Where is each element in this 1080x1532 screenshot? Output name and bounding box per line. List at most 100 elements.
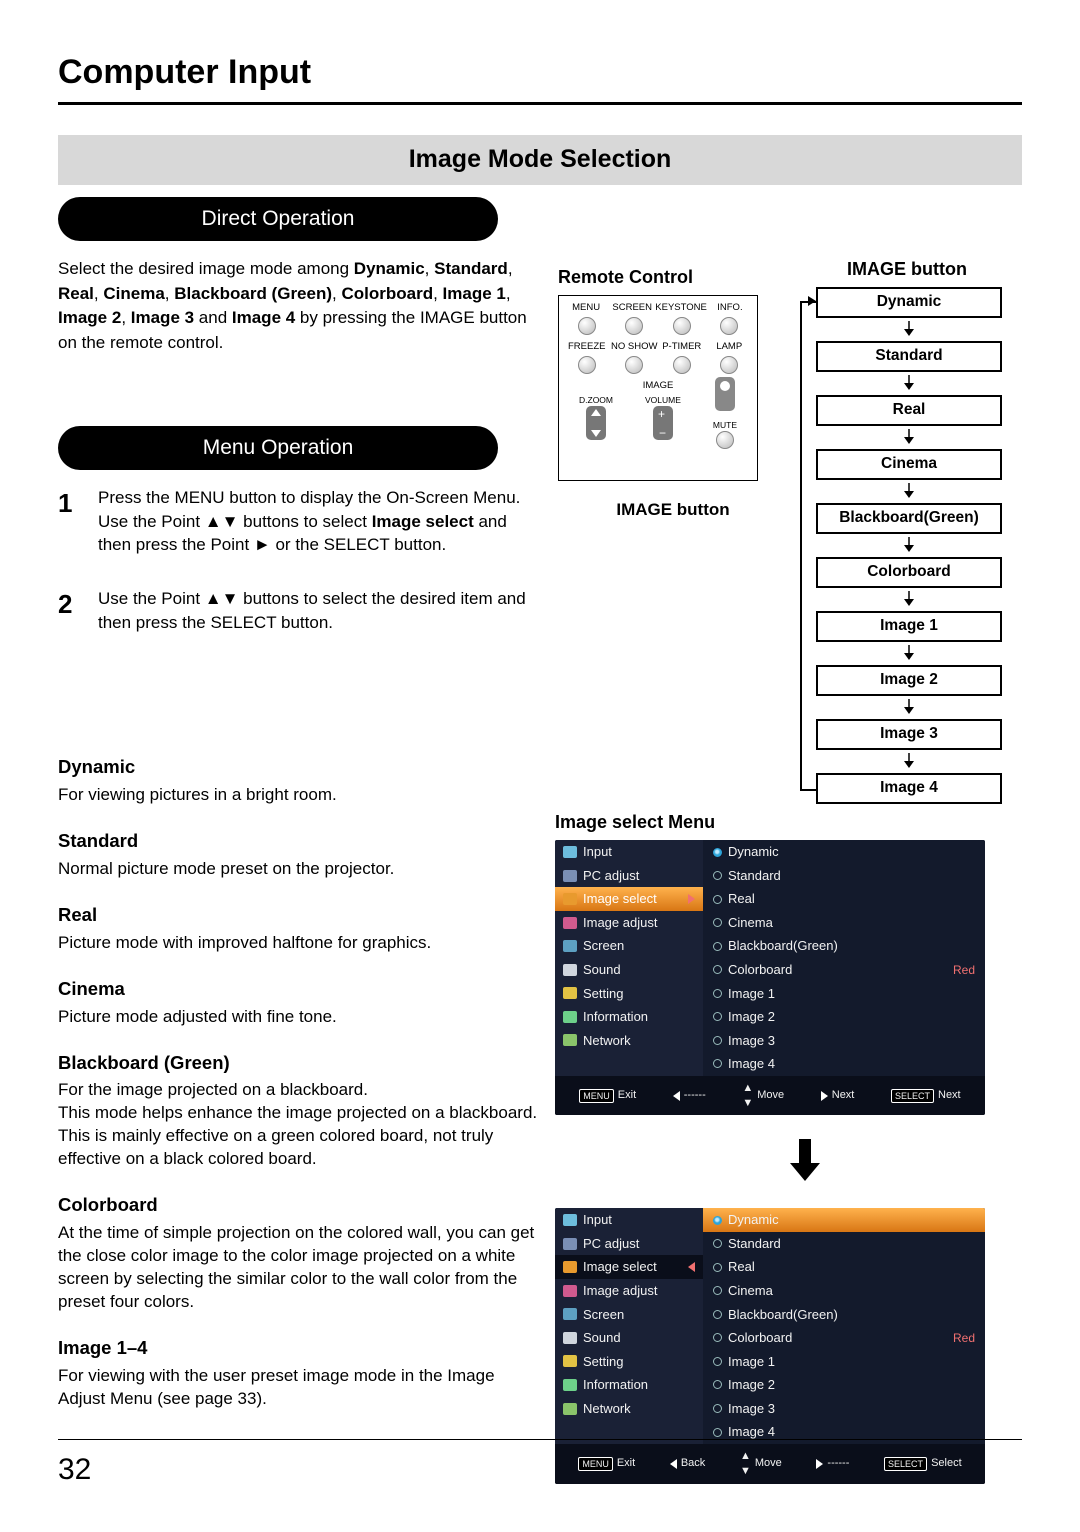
radio-icon: [713, 1380, 722, 1389]
osd-left-item[interactable]: Information: [555, 1005, 703, 1029]
osd-right-item[interactable]: Real: [703, 1255, 985, 1279]
osd-right-item[interactable]: Dynamic: [703, 840, 985, 864]
osd-left-item[interactable]: Image select: [555, 1255, 703, 1279]
osd-left-item[interactable]: PC adjust: [555, 864, 703, 888]
remote-button-ptimer[interactable]: [673, 356, 691, 374]
osd-right-item[interactable]: Standard: [703, 1232, 985, 1256]
osd-right-item[interactable]: Blackboard(Green): [703, 1303, 985, 1327]
osd-foot-next1: Next: [832, 1088, 855, 1103]
osd-left-label: Network: [583, 1400, 631, 1418]
mode-name: Colorboard: [58, 1193, 538, 1218]
remote-button-menu[interactable]: [578, 317, 596, 335]
osd-left-item[interactable]: PC adjust: [555, 1232, 703, 1256]
menu-item-icon: [563, 940, 577, 952]
osd-left-item[interactable]: Input: [555, 1208, 703, 1232]
remote-button-freeze[interactable]: [578, 356, 596, 374]
osd-right-label: Image 2: [728, 1376, 775, 1394]
remote-button-mute[interactable]: [716, 431, 734, 449]
remote-button-image[interactable]: [715, 377, 735, 411]
osd-key-select: SELECT: [884, 1457, 927, 1471]
remote-button-dzoom[interactable]: [586, 406, 606, 440]
page-number: 32: [58, 1450, 91, 1491]
menu-item-icon: [563, 1379, 577, 1391]
osd-right-item[interactable]: Image 2: [703, 1005, 985, 1029]
menu-item-icon: [563, 1308, 577, 1320]
menu-item-icon: [563, 1238, 577, 1250]
osd-left-item[interactable]: Image adjust: [555, 1279, 703, 1303]
osd-right-item[interactable]: Image 2: [703, 1373, 985, 1397]
radio-icon: [713, 1216, 722, 1225]
osd-left-item[interactable]: Information: [555, 1373, 703, 1397]
osd-left-item[interactable]: Network: [555, 1029, 703, 1053]
remote-button-screen[interactable]: [625, 317, 643, 335]
osd-right-item[interactable]: ColorboardRed: [703, 1326, 985, 1350]
down-arrow-icon: [816, 321, 1002, 338]
osd-right-item[interactable]: Image 3: [703, 1397, 985, 1421]
osd-key-menu: MENU: [579, 1089, 614, 1103]
osd-right-item[interactable]: Cinema: [703, 911, 985, 935]
radio-icon: [713, 848, 722, 857]
left-arrow-icon: [688, 1262, 695, 1272]
remote-button-noshow[interactable]: [625, 356, 643, 374]
osd-left-item[interactable]: Input: [555, 840, 703, 864]
menu-item-icon: [563, 1011, 577, 1023]
remote-label-mute: MUTE: [713, 420, 737, 431]
down-arrow-icon: [816, 753, 1002, 770]
osd-left-label: Information: [583, 1008, 648, 1026]
osd-left-item[interactable]: Image adjust: [555, 911, 703, 935]
osd-left-item[interactable]: Network: [555, 1397, 703, 1421]
osd-right-item[interactable]: Blackboard(Green): [703, 934, 985, 958]
osd-left-label: Network: [583, 1032, 631, 1050]
right-arrow-icon: [816, 1459, 823, 1469]
remote-button-volume[interactable]: +−: [653, 406, 673, 440]
osd-left-item[interactable]: Image select: [555, 887, 703, 911]
mode-body: For viewing pictures in a bright room.: [58, 784, 538, 807]
osd-left-label: Input: [583, 843, 612, 861]
flow-box: Colorboard: [816, 557, 1002, 588]
osd-foot-next2: Next: [938, 1088, 961, 1103]
osd-right-item[interactable]: Cinema: [703, 1279, 985, 1303]
menu-item-icon: [563, 1355, 577, 1367]
osd-right-item[interactable]: Standard: [703, 864, 985, 888]
remote-label-ptimer: P-TIMER: [658, 341, 706, 354]
osd-left-item[interactable]: Setting: [555, 982, 703, 1006]
osd-right-item[interactable]: Image 4: [703, 1052, 985, 1076]
osd-left-item[interactable]: Screen: [555, 934, 703, 958]
osd-left-label: Sound: [583, 961, 621, 979]
mode-body: Picture mode adjusted with fine tone.: [58, 1006, 538, 1029]
osd-right-item[interactable]: Image 3: [703, 1029, 985, 1053]
osd-left-item[interactable]: Sound: [555, 958, 703, 982]
osd-right-item[interactable]: Image 4: [703, 1420, 985, 1444]
remote-label-info: INFO.: [707, 302, 753, 315]
remote-label-screen: SCREEN: [609, 302, 655, 315]
step: 1Press the MENU button to display the On…: [58, 486, 538, 557]
osd-right-item[interactable]: Image 1: [703, 982, 985, 1006]
osd-left-item[interactable]: Setting: [555, 1350, 703, 1374]
flow-box: Dynamic: [816, 287, 1002, 318]
osd-left-label: Setting: [583, 985, 623, 1003]
remote-button-keystone[interactable]: [673, 317, 691, 335]
osd-right-label: Cinema: [728, 1282, 773, 1300]
osd-foot-back: Back: [681, 1456, 705, 1471]
osd-left-item[interactable]: Screen: [555, 1303, 703, 1327]
mode-name: Real: [58, 903, 538, 928]
osd-right-label: Real: [728, 1258, 755, 1276]
remote-button-info[interactable]: [720, 317, 738, 335]
osd-right-label: Image 3: [728, 1032, 775, 1050]
osd-left-item[interactable]: Sound: [555, 1326, 703, 1350]
remote-button-lamp[interactable]: [720, 356, 738, 374]
intro-paragraph: Select the desired image mode among Dyna…: [58, 257, 538, 356]
menu-item-icon: [563, 964, 577, 976]
mode-description: Image 1–4For viewing with the user prese…: [58, 1336, 538, 1411]
step: 2Use the Point ▲▼ buttons to select the …: [58, 587, 538, 635]
osd-right-item[interactable]: Real: [703, 887, 985, 911]
osd-right-item[interactable]: ColorboardRed: [703, 958, 985, 982]
osd-right-item[interactable]: Image 1: [703, 1350, 985, 1374]
osd-right-item[interactable]: Dynamic: [703, 1208, 985, 1232]
osd-foot-exit: Exit: [618, 1088, 636, 1103]
osd-left-label: Image adjust: [583, 1282, 657, 1300]
osd-left-label: Information: [583, 1376, 648, 1394]
osd-foot-move: Move: [757, 1088, 784, 1103]
mode-name: Dynamic: [58, 755, 538, 780]
menu-item-icon: [563, 846, 577, 858]
